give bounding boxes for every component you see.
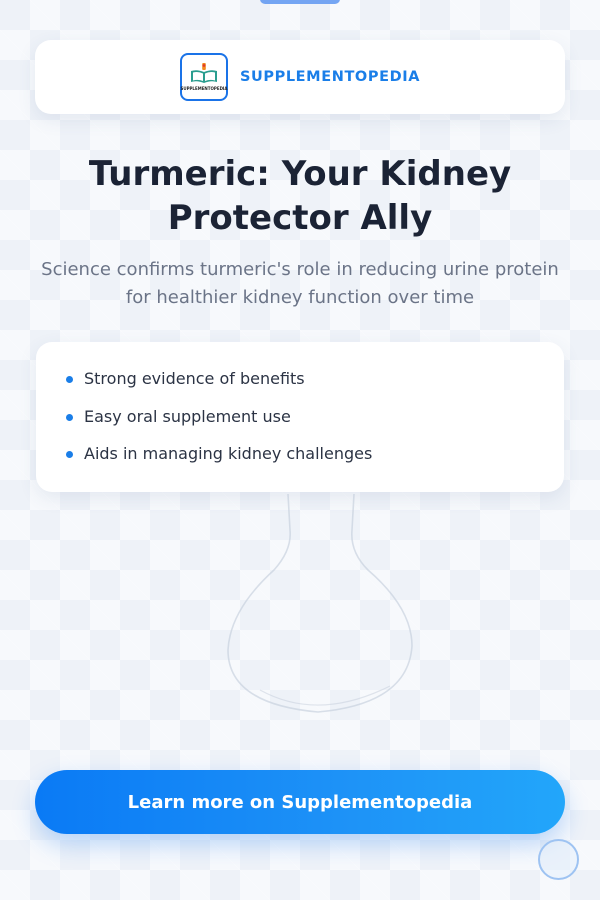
benefit-text: Strong evidence of benefits xyxy=(84,369,305,388)
brand-name[interactable]: SUPPLEMENTOPEDIA xyxy=(240,69,420,85)
open-book-icon xyxy=(190,63,217,83)
benefits-card: Strong evidence of benefits Easy oral su… xyxy=(36,342,564,492)
brand-logo[interactable]: SUPPLEMENTOPEDIA xyxy=(179,53,228,101)
benefits-list: Strong evidence of benefits Easy oral su… xyxy=(64,364,536,477)
top-accent-bar xyxy=(260,0,340,4)
logo-wordmark: SUPPLEMENTOPEDIA xyxy=(180,86,228,91)
page-subtitle: Science confirms turmeric's role in redu… xyxy=(41,259,559,308)
learn-more-button[interactable]: Learn more on Supplementopedia xyxy=(35,770,565,834)
list-item: Easy oral supplement use xyxy=(64,402,536,440)
flask-icon xyxy=(227,493,413,713)
list-item: Strong evidence of benefits xyxy=(64,364,536,402)
page-title: Turmeric: Your Kidney Protector Ally xyxy=(88,154,512,238)
list-item: Aids in managing kidney challenges xyxy=(64,439,536,477)
circle-icon[interactable] xyxy=(538,839,579,880)
benefit-text: Aids in managing kidney challenges xyxy=(84,444,373,463)
bullet-icon xyxy=(66,376,73,383)
brand-header: SUPPLEMENTOPEDIA SUPPLEMENTOPEDIA xyxy=(35,40,565,114)
benefit-text: Easy oral supplement use xyxy=(84,406,291,426)
bullet-icon xyxy=(66,413,73,421)
bullet-icon xyxy=(66,451,73,458)
